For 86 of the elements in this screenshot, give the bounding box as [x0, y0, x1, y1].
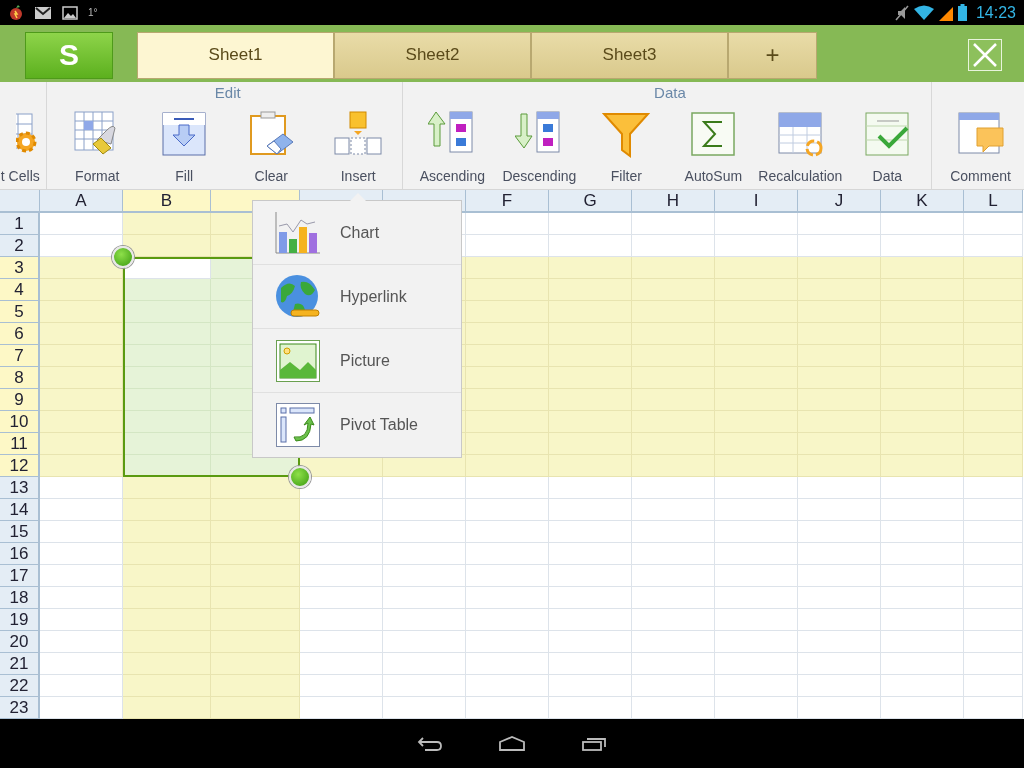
- table-cell: [964, 279, 1023, 301]
- row-header[interactable]: 7: [0, 345, 40, 367]
- column-header[interactable]: L: [964, 190, 1023, 213]
- ribbon-button[interactable]: t Cells: [0, 110, 46, 184]
- table-cell: [964, 455, 1023, 477]
- group-label: Edit: [213, 83, 242, 103]
- column-header[interactable]: G: [549, 190, 632, 213]
- back-icon[interactable]: [417, 735, 443, 752]
- row-header[interactable]: 16: [0, 543, 40, 565]
- row-header[interactable]: 15: [0, 521, 40, 543]
- ribbon-button[interactable]: Descending: [495, 110, 583, 184]
- column-header[interactable]: A: [40, 190, 123, 213]
- add-sheet-tab[interactable]: +: [728, 31, 817, 79]
- table-cell: [964, 345, 1023, 367]
- row-header[interactable]: 1: [0, 213, 40, 235]
- checkmark-sheet-icon: [863, 110, 912, 158]
- row-header[interactable]: 4: [0, 279, 40, 301]
- table-cell: [964, 433, 1023, 455]
- row-header[interactable]: 5: [0, 301, 40, 323]
- row-header[interactable]: 13: [0, 477, 40, 499]
- row-header[interactable]: 2: [0, 235, 40, 257]
- column-header[interactable]: K: [881, 190, 964, 213]
- table-cell: [964, 367, 1023, 389]
- row-header[interactable]: 23: [0, 697, 40, 719]
- table-cell: [964, 411, 1023, 433]
- recent-apps-icon[interactable]: [581, 735, 607, 752]
- row-header[interactable]: 19: [0, 609, 40, 631]
- selection-handle[interactable]: [289, 466, 311, 488]
- ribbon-button[interactable]: Insert: [314, 110, 402, 184]
- ribbon-button[interactable]: Ascending: [408, 110, 496, 184]
- ribbon-button[interactable]: Format: [53, 110, 141, 184]
- ribbon-button[interactable]: Comment: [937, 110, 1024, 184]
- table-cell: [964, 389, 1023, 411]
- column-header[interactable]: J: [798, 190, 881, 213]
- app-notification-icon: [8, 4, 24, 21]
- pivot-table-icon: [275, 403, 321, 447]
- sheet-tab[interactable]: Sheet1: [137, 31, 334, 79]
- column-header[interactable]: H: [632, 190, 715, 213]
- row-header[interactable]: 22: [0, 675, 40, 697]
- group-label: Data: [653, 83, 687, 103]
- clipboard-eraser-icon: [247, 110, 296, 158]
- fill-down-icon: [160, 110, 209, 158]
- globe-link-icon: [275, 273, 321, 320]
- filter-icon: [602, 110, 651, 158]
- battery-icon: [957, 4, 967, 21]
- row-header[interactable]: 17: [0, 565, 40, 587]
- close-button[interactable]: [968, 39, 1002, 71]
- row-header[interactable]: 21: [0, 653, 40, 675]
- sigma-icon: [689, 110, 738, 158]
- bar-chart-icon: [275, 211, 321, 254]
- insert-cells-icon: [334, 110, 383, 158]
- table-cell: [964, 301, 1023, 323]
- wifi-icon: [913, 4, 934, 21]
- sheet-tab[interactable]: Sheet2: [334, 31, 531, 79]
- row-header[interactable]: 18: [0, 587, 40, 609]
- selection-handle[interactable]: [112, 246, 134, 268]
- mail-icon: [34, 5, 52, 20]
- recalculate-icon: [776, 110, 825, 158]
- column-header[interactable]: B: [123, 190, 211, 213]
- clock-text: 14:23: [975, 3, 1016, 22]
- row-header[interactable]: 20: [0, 631, 40, 653]
- ribbon-button[interactable]: Data: [843, 110, 931, 184]
- row-header[interactable]: 11: [0, 433, 40, 455]
- column-header[interactable]: I: [715, 190, 798, 213]
- notification-text: 1°: [88, 7, 98, 18]
- image-icon: [62, 5, 78, 20]
- header-corner[interactable]: [0, 190, 40, 213]
- row-header[interactable]: 8: [0, 367, 40, 389]
- row-header[interactable]: 12: [0, 455, 40, 477]
- ribbon-button[interactable]: AutoSum: [669, 110, 757, 184]
- row-header[interactable]: 9: [0, 389, 40, 411]
- sheet-tab[interactable]: Sheet3: [531, 31, 728, 79]
- home-icon[interactable]: [498, 735, 526, 752]
- image-icon: [275, 339, 321, 382]
- row-header[interactable]: 14: [0, 499, 40, 521]
- row-header[interactable]: 3: [0, 257, 40, 279]
- table-cell: [964, 323, 1023, 345]
- row-header[interactable]: 10: [0, 411, 40, 433]
- muted-icon: [894, 4, 909, 21]
- column-header[interactable]: F: [466, 190, 549, 213]
- row-header[interactable]: 6: [0, 323, 40, 345]
- ribbon-button[interactable]: Clear: [227, 110, 315, 184]
- ribbon-button[interactable]: Recalculation: [756, 110, 844, 184]
- ribbon-button[interactable]: Fill: [140, 110, 228, 184]
- ribbon-button[interactable]: Filter: [582, 110, 670, 184]
- table-cell: [964, 257, 1023, 279]
